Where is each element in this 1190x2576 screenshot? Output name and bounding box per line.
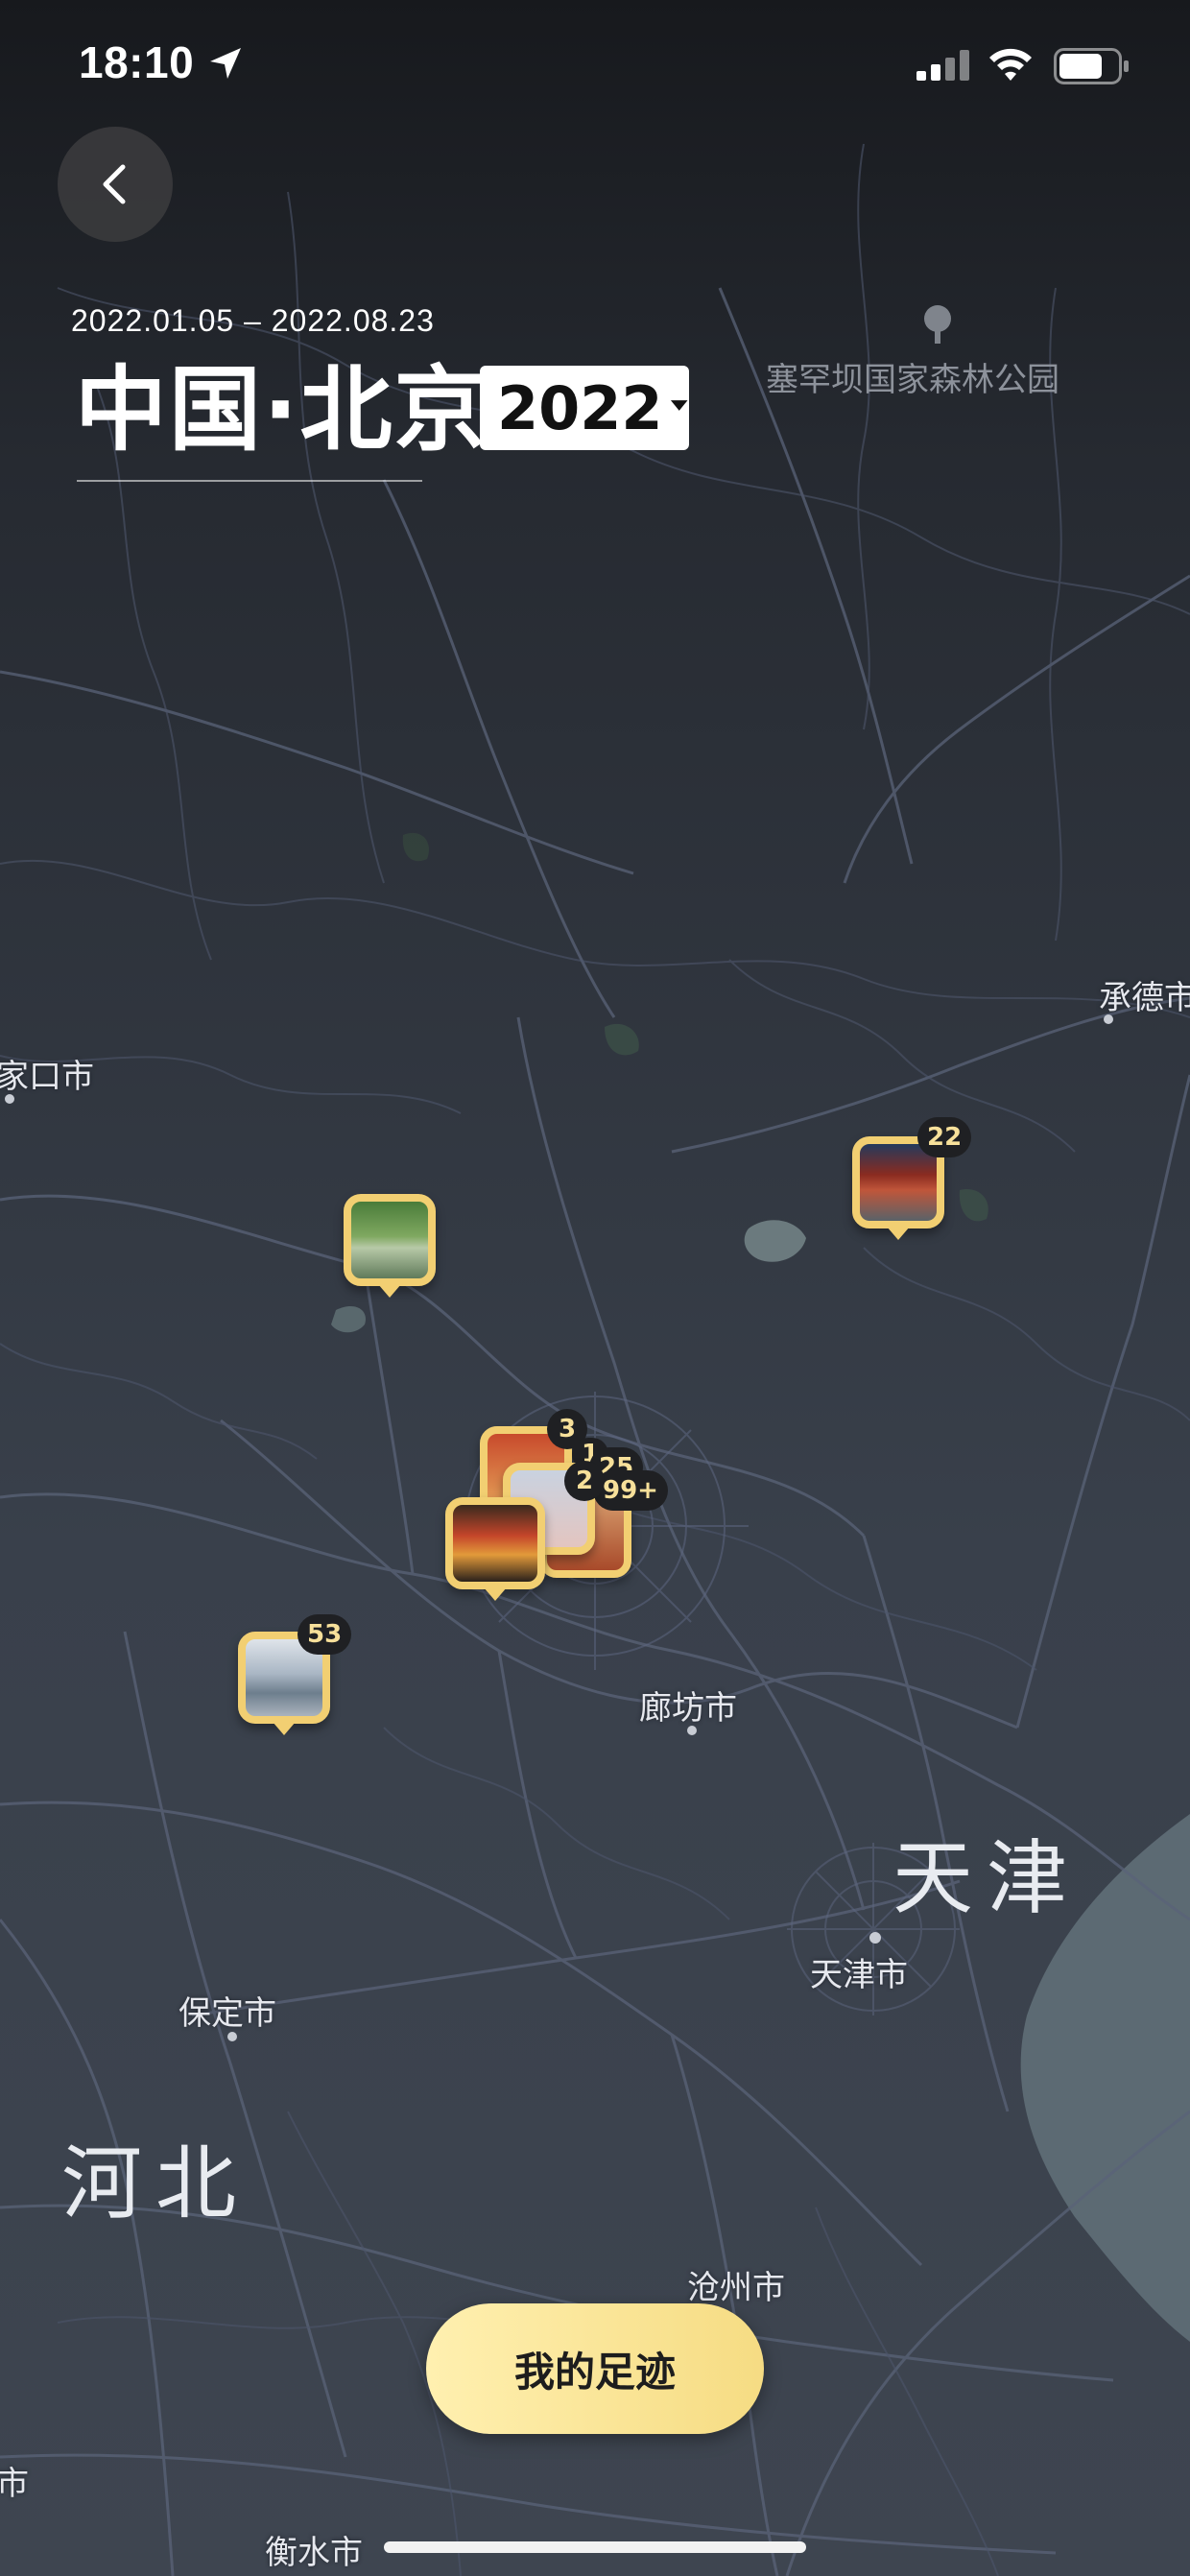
my-footprint-button[interactable]: 我的足迹	[426, 2303, 764, 2434]
label-tianjin-region: 天津	[892, 1831, 1082, 1925]
location-arrow-icon	[210, 48, 241, 79]
label-hebei: 河北	[61, 2136, 250, 2230]
label-hengshui: 衡水市	[265, 2534, 363, 2572]
year-select[interactable]: 2022	[480, 366, 689, 450]
home-indicator	[384, 2541, 806, 2553]
battery-icon	[1054, 48, 1129, 84]
label-langfang: 廊坊市	[639, 1689, 737, 1728]
count-badge: 22	[917, 1117, 972, 1157]
pin-tail	[484, 1587, 507, 1601]
count-badge: 2	[564, 1461, 605, 1501]
pin-tail	[887, 1227, 910, 1240]
status-time: 18:10	[79, 37, 195, 87]
cellular-signal-icon	[916, 50, 969, 81]
label-chengde: 承德市	[1099, 979, 1190, 1017]
label-cangzhou: 沧州市	[687, 2269, 785, 2307]
year-value: 2022	[497, 372, 663, 443]
label-baoding: 保定市	[178, 1994, 276, 2033]
chevron-left-icon	[103, 164, 126, 204]
label-left-edge-city: 市	[0, 2465, 29, 2503]
label-tianjin-city: 天津市	[810, 1956, 908, 1994]
date-range: 2022.01.05 – 2022.08.23	[71, 303, 435, 338]
count-badge: 99+	[593, 1470, 668, 1511]
photo-pin-center-main[interactable]	[445, 1497, 545, 1589]
pin-tail	[378, 1284, 401, 1298]
photo-pin-northwest[interactable]	[344, 1194, 436, 1286]
pin-tail	[273, 1722, 296, 1735]
count-badge: 53	[298, 1614, 352, 1655]
wifi-icon	[989, 48, 1032, 81]
caret-down-icon	[670, 400, 688, 411]
tree-icon	[924, 305, 951, 344]
back-button[interactable]	[58, 127, 173, 242]
title-underline	[77, 480, 422, 482]
label-saihanba-park: 塞罕坝国家森林公园	[766, 361, 1059, 399]
label-zhangjiakou: 家口市	[0, 1058, 94, 1096]
page-title: 中国·北京	[75, 356, 488, 464]
